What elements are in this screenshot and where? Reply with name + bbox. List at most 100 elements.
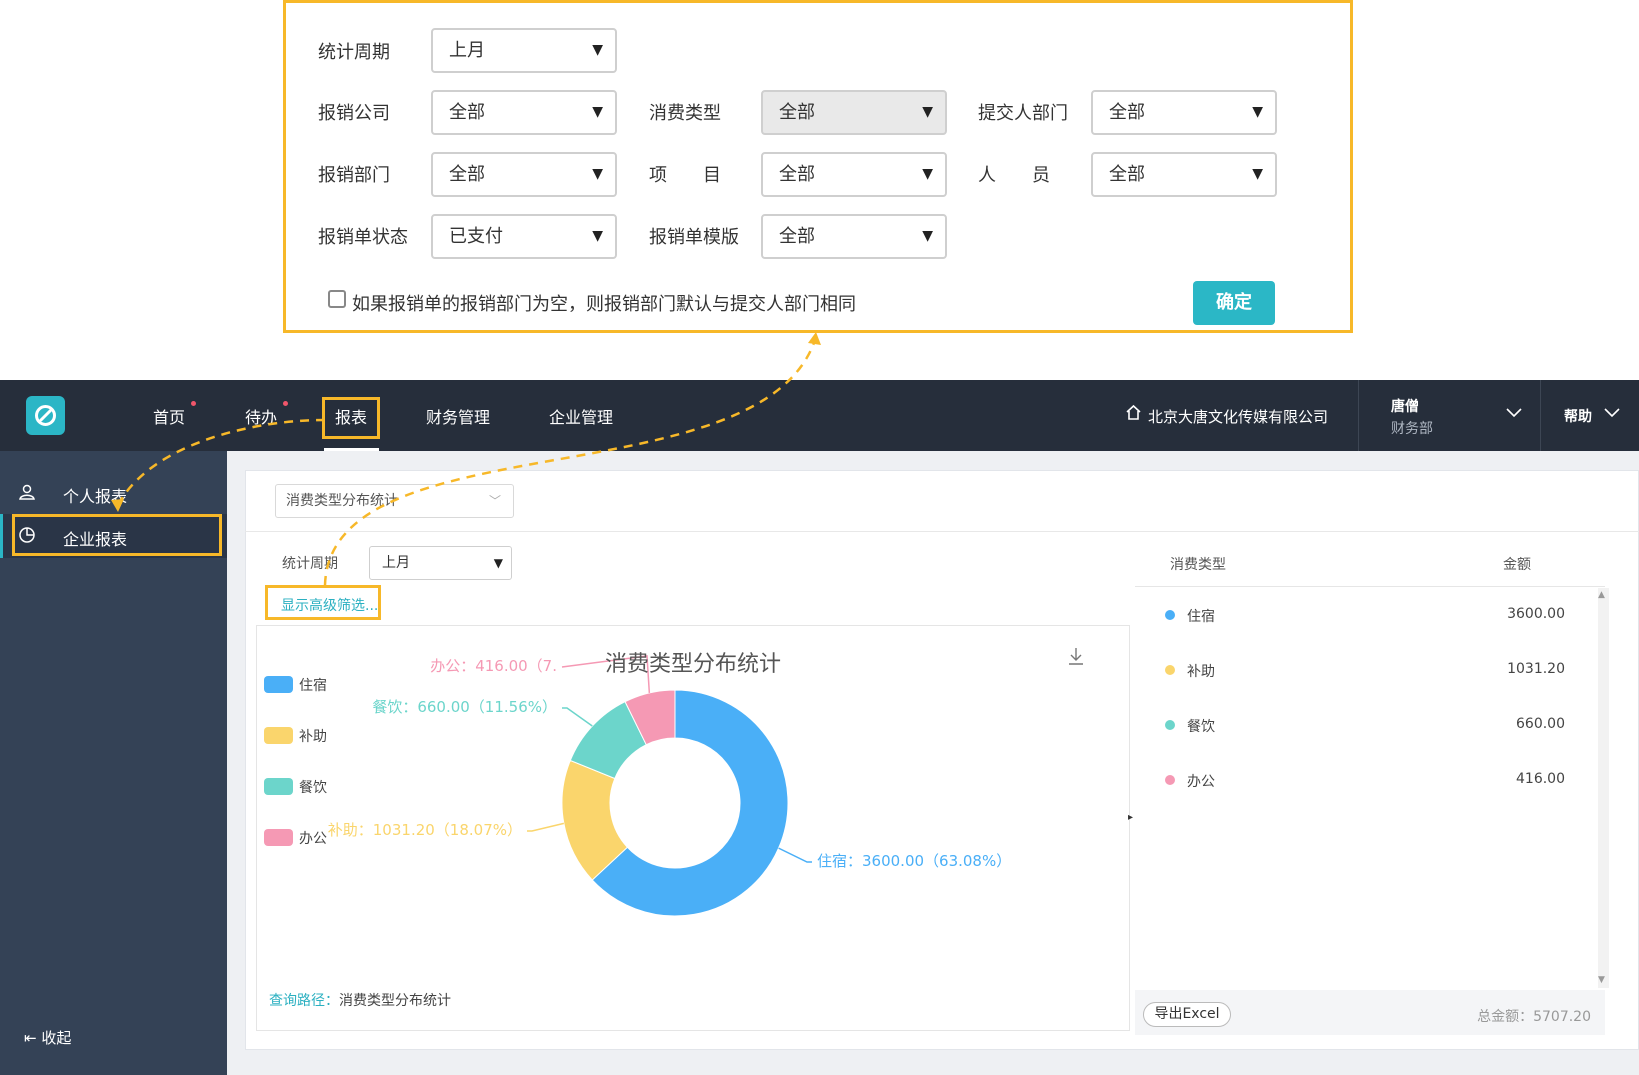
status-value: 已支付 [449,226,503,247]
report-type-select[interactable]: 消费类型分布统计 ﹀ [275,484,514,518]
legend-dot-icon [1165,775,1175,785]
row-amount: 1031.20 [1507,661,1565,677]
person-value: 全部 [1109,164,1145,185]
logo-swirl-icon [35,405,56,426]
table-scrollbar[interactable] [1598,588,1609,988]
nav-enterprise[interactable]: 企业管理 [549,404,613,428]
download-icon[interactable] [1069,648,1083,665]
legend-swatch[interactable] [264,829,293,846]
person-select[interactable]: 全部 ▼ [1091,152,1277,197]
table-row: 住宿 3600.00 [1135,588,1595,643]
collapse-sidebar-button[interactable]: ⇤ 收起 [24,1027,71,1048]
project-select[interactable]: 全部 ▼ [761,152,947,197]
query-path-label: 查询路径： [269,993,339,1009]
dropdown-arrow-icon: ▼ [1252,104,1263,120]
help-chevron-down-icon[interactable] [1604,408,1620,418]
legend-dot-icon [1165,610,1175,620]
expense-type-value: 全部 [779,102,815,123]
company-label: 报销公司 [318,103,390,124]
user-icon [19,484,35,500]
legend-label[interactable]: 补助 [299,729,327,745]
dropdown-arrow-icon: ▼ [592,42,603,58]
scroll-up-icon[interactable]: ▲ [1598,590,1605,600]
export-excel-button[interactable]: 导出Excel [1143,1002,1231,1027]
row-type: 餐饮 [1187,719,1215,735]
dept-default-hint: 如果报销单的报销部门为空，则报销部门默认与提交人部门相同 [352,294,856,315]
company-name[interactable]: 北京大唐文化传媒有限公司 [1148,406,1328,427]
template-select[interactable]: 全部 ▼ [761,214,947,259]
report-type-value: 消费类型分布统计 [286,493,398,509]
submitter-dept-select[interactable]: 全部 ▼ [1091,90,1277,135]
dropdown-arrow-icon: ▼ [592,228,603,244]
row-amount: 660.00 [1516,716,1565,732]
reimb-dept-label: 报销部门 [318,165,390,186]
dept-default-checkbox[interactable] [328,290,346,308]
legend-label[interactable]: 餐饮 [299,780,327,796]
query-path-value: 消费类型分布统计 [339,993,451,1009]
table-row: 补助 1031.20 [1135,643,1595,698]
period-label: 统计周期 [282,556,338,572]
table-header: 消费类型 金额 [1135,537,1605,587]
dropdown-arrow-icon: ▼ [922,104,933,120]
dropdown-arrow-icon: ▼ [922,166,933,182]
sidebar-item-personal-reports[interactable]: 个人报表 [0,471,227,515]
nav-home-badge [191,401,196,406]
column-header-type: 消费类型 [1170,557,1226,573]
nav-finance[interactable]: 财务管理 [426,404,490,428]
expense-type-select[interactable]: 全部 ▼ [761,90,947,135]
expense-type-label: 消费类型 [649,103,721,124]
chevron-down-icon: ﹀ [488,494,501,508]
user-name[interactable]: 唐僧 [1391,396,1419,416]
project-label: 项 目 [649,165,721,186]
user-department: 财务部 [1391,421,1433,437]
row-type: 办公 [1187,774,1215,790]
data-label: 住宿：3600.00（63.08%） [817,852,1011,870]
column-header-amount: 金额 [1503,557,1531,573]
nav-todo[interactable]: 待办 [245,404,277,428]
label-leader-line [527,822,565,832]
project-value: 全部 [779,164,815,185]
reimb-dept-select[interactable]: 全部 ▼ [431,152,617,197]
top-navbar: 首页 待办 报表 财务管理 企业管理 北京大唐文化传媒有限公司 唐僧 财务部 帮… [0,380,1639,451]
divider [245,531,1639,532]
nav-home[interactable]: 首页 [153,404,185,428]
data-label: 办公：416.00（7. [430,657,557,675]
row-type: 住宿 [1187,609,1215,625]
show-advanced-filter-link[interactable]: 显示高级筛选... [281,595,378,615]
period-select[interactable]: 上月 ▼ [431,28,617,73]
label-leader-line [778,847,812,863]
period-label: 统计周期 [318,42,390,63]
template-label: 报销单模版 [649,227,739,248]
callout-arrowhead-icon [808,332,821,345]
label-leader-line [562,707,593,727]
donut-chart: 住宿：3600.00（63.08%） 补助：1031.20（18.07%） 餐饮：6… [264,648,1083,917]
submitter-dept-label: 提交人部门 [978,103,1068,124]
person-label: 人 员 [978,165,1050,186]
query-path: 查询路径：消费类型分布统计 [269,990,451,1010]
app-logo-icon[interactable] [26,396,65,435]
summary-table: 消费类型 金额 住宿 3600.00 补助 1031.20 餐饮 660.00 … [1135,537,1605,1037]
scroll-down-icon[interactable]: ▼ [1598,975,1605,985]
sidebar-item-label: 个人报表 [63,487,128,506]
legend-swatch[interactable] [264,676,293,693]
table-row: 餐饮 660.00 [1135,698,1595,753]
legend-swatch[interactable] [264,727,293,744]
company-select[interactable]: 全部 ▼ [431,90,617,135]
row-amount: 416.00 [1516,771,1565,787]
panel-toggle-icon[interactable]: ▸ [1128,812,1133,823]
legend-label[interactable]: 办公 [299,831,327,847]
period-select[interactable]: 上月 ▼ [369,546,512,580]
submitter-dept-value: 全部 [1109,102,1145,123]
legend-dot-icon [1165,665,1175,675]
dropdown-arrow-icon: ▼ [922,228,933,244]
template-value: 全部 [779,226,815,247]
company-value: 全部 [449,102,485,123]
legend-label[interactable]: 住宿 [299,677,327,694]
confirm-button[interactable]: 确定 [1193,281,1275,325]
user-menu-chevron-down-icon[interactable] [1506,408,1522,418]
table-footer: 导出Excel 总金额：5707.20 [1135,990,1605,1035]
legend-swatch[interactable] [264,778,293,795]
status-label: 报销单状态 [318,227,408,248]
help-menu[interactable]: 帮助 [1564,406,1592,426]
status-select[interactable]: 已支付 ▼ [431,214,617,259]
